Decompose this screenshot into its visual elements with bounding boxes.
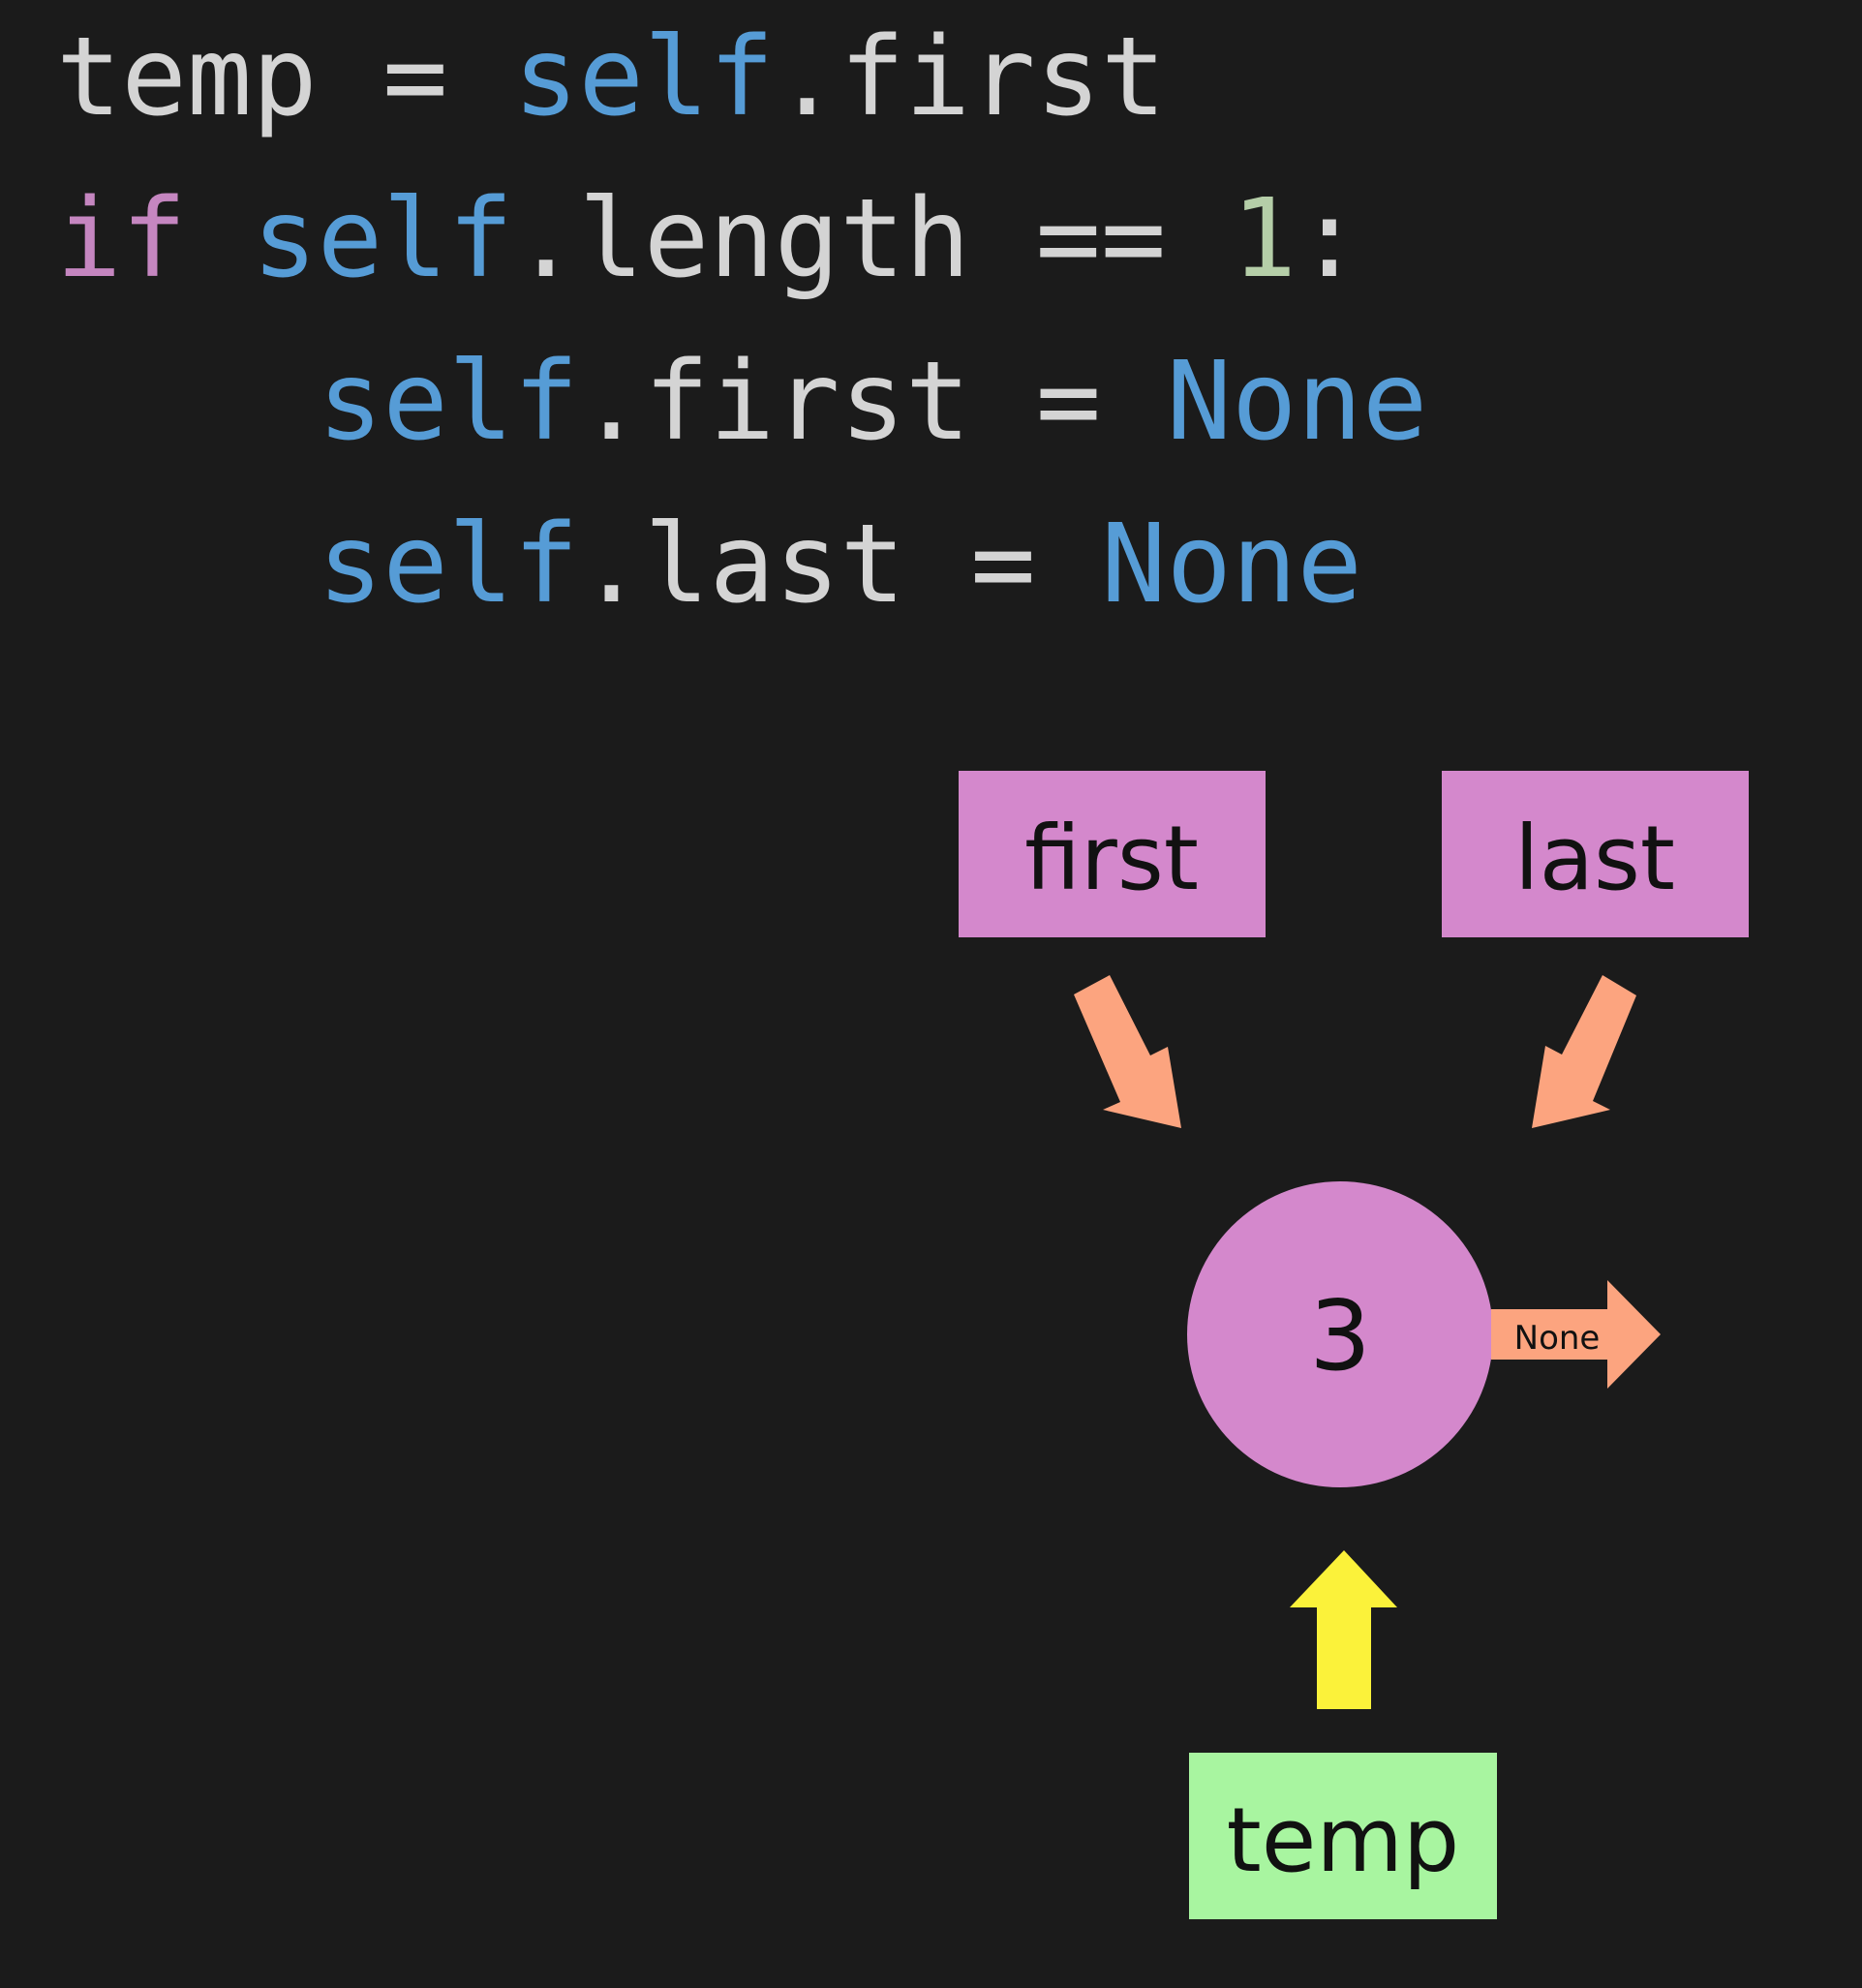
first-pointer: first — [959, 771, 1266, 937]
temp-arrow — [1290, 1550, 1397, 1709]
last-arrow — [1532, 975, 1636, 1128]
next-pointer: None — [1491, 1280, 1661, 1389]
first-pointer-label: first — [1024, 807, 1199, 910]
next-none-label: None — [1514, 1319, 1601, 1358]
first-arrow — [1074, 975, 1181, 1128]
node-value: 3 — [1309, 1279, 1371, 1392]
last-pointer: last — [1442, 771, 1749, 937]
linked-list-diagram: first last 3 None temp — [959, 771, 1749, 1919]
last-pointer-label: last — [1514, 807, 1675, 910]
list-node: 3 — [1187, 1181, 1493, 1487]
temp-pointer: temp — [1189, 1753, 1497, 1919]
temp-pointer-label: temp — [1227, 1789, 1460, 1892]
